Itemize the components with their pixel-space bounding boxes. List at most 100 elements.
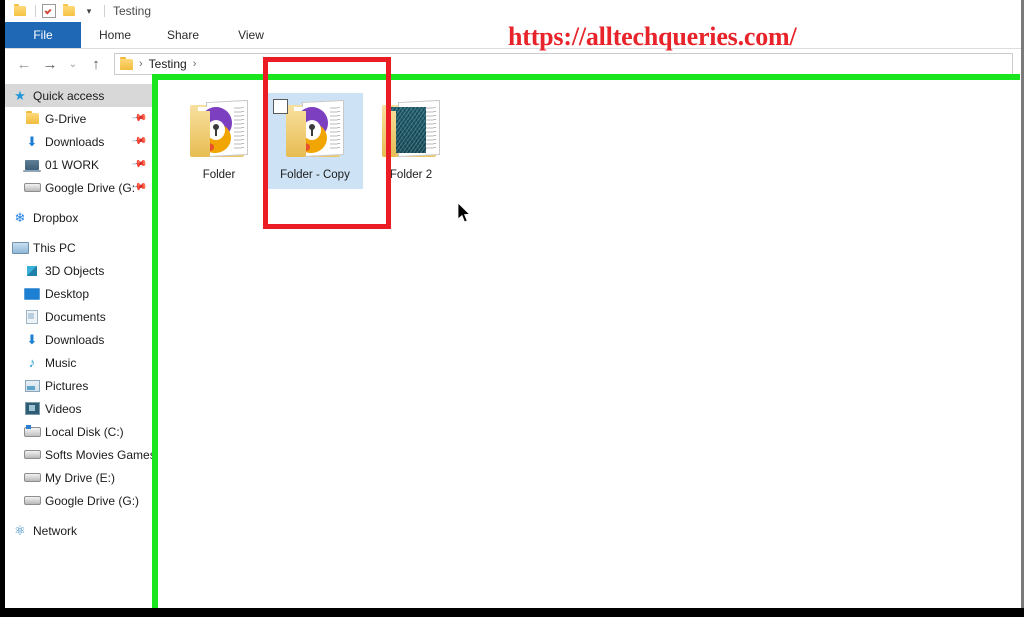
pin-icon[interactable]: 📌 [130, 133, 147, 149]
sidebar-item-videos[interactable]: Videos [5, 397, 152, 420]
sidebar-item-3d-objects[interactable]: 3D Objects [5, 259, 152, 282]
title-separator [104, 5, 105, 17]
laptop-icon [23, 157, 41, 173]
sidebar-item-network[interactable]: ⚛ Network [5, 519, 152, 542]
sidebar-item-softs-movies-games[interactable]: Softs Movies Games [5, 443, 152, 466]
download-icon: ⬇ [26, 134, 38, 149]
qat-new-folder-icon[interactable] [60, 2, 78, 20]
sidebar-item-this-pc[interactable]: This PC [5, 236, 152, 259]
sidebar-item-label: Desktop [45, 286, 90, 301]
sidebar-item-downloads-quick[interactable]: ⬇ Downloads 📌 [5, 130, 152, 153]
recent-locations-chevron-icon[interactable]: ⌄ [63, 52, 83, 76]
sidebar-item-local-disk-c[interactable]: Local Disk (C:) [5, 420, 152, 443]
pictures-icon [23, 378, 41, 394]
file-item-folder-2[interactable]: Folder 2 [363, 93, 459, 189]
sidebar-item-label: Softs Movies Games [45, 447, 152, 462]
sidebar-item-label: G-Drive [45, 111, 87, 126]
documents-icon [23, 309, 41, 325]
qat-separator [35, 5, 36, 17]
website-watermark: https://alltechqueries.com/ [508, 22, 797, 51]
folder-thumbnail-icon [284, 99, 346, 161]
breadcrumb-folder-icon [120, 56, 133, 70]
tab-view[interactable]: View [217, 22, 285, 48]
file-item-folder[interactable]: Folder [171, 93, 267, 189]
sidebar-item-desktop[interactable]: Desktop [5, 282, 152, 305]
videos-icon [23, 401, 41, 417]
bottom-border-strip [0, 608, 1024, 617]
file-list-pane[interactable]: Folder Folder - Copy Folder 2 [152, 79, 1021, 608]
sidebar-item-label: Google Drive (G: [45, 180, 136, 195]
sidebar-item-dropbox[interactable]: ❄ Dropbox [5, 206, 152, 229]
file-grid: Folder Folder - Copy Folder 2 [152, 93, 1021, 189]
breadcrumb[interactable]: › Testing › [114, 53, 1013, 75]
file-item-label: Folder [202, 169, 236, 181]
sidebar-item-label: Downloads [45, 332, 105, 347]
sidebar-item-label: My Drive (E:) [45, 470, 115, 485]
pin-icon[interactable]: 📌 [130, 156, 147, 172]
navigation-bar: ← → ⌄ ↑ › Testing › [5, 49, 1021, 79]
sidebar-item-google-drive-g[interactable]: Google Drive (G:) [5, 489, 152, 512]
local-disk-icon [23, 424, 41, 440]
customize-qat-caret-icon[interactable]: ▾ [80, 2, 98, 20]
music-icon: ♪ [28, 355, 36, 370]
window-body: ★ Quick access G-Drive 📌 ⬇ Downloads 📌 0… [5, 79, 1021, 608]
folder-thumbnail-icon [188, 99, 250, 161]
sidebar-item-google-drive-quick[interactable]: Google Drive (G: 📌 [5, 176, 152, 199]
tab-share[interactable]: Share [149, 22, 217, 48]
drive-icon [23, 447, 41, 463]
sidebar-item-downloads[interactable]: ⬇ Downloads [5, 328, 152, 351]
sidebar-item-label: 01 WORK [45, 157, 100, 172]
sidebar-item-label: Quick access [33, 88, 105, 103]
sidebar-item-label: Documents [45, 309, 106, 324]
file-item-label: Folder - Copy [280, 169, 350, 181]
left-border-strip [0, 0, 5, 617]
tab-file[interactable]: File [5, 22, 81, 48]
title-bar: ▾ Testing [5, 0, 1021, 22]
sidebar-item-label: Pictures [45, 378, 89, 393]
up-button[interactable]: ↑ [83, 52, 109, 76]
network-icon: ⚛ [14, 523, 26, 538]
sidebar-item-g-drive[interactable]: G-Drive 📌 [5, 107, 152, 130]
pin-icon[interactable]: 📌 [130, 110, 147, 126]
sidebar-item-label: Videos [45, 401, 82, 416]
sidebar-item-label: Network [33, 523, 78, 538]
this-pc-icon [11, 240, 29, 256]
back-button[interactable]: ← [11, 52, 37, 76]
star-icon: ★ [14, 88, 26, 103]
sidebar-item-quick-access[interactable]: ★ Quick access [5, 84, 152, 107]
sidebar-item-documents[interactable]: Documents [5, 305, 152, 328]
folder-thumbnail-icon [380, 99, 442, 161]
qat-properties-folder-icon[interactable] [11, 2, 29, 20]
sidebar-item-label: Google Drive (G:) [45, 493, 140, 508]
breadcrumb-crumb-testing[interactable]: Testing [149, 57, 187, 71]
drive-icon [23, 470, 41, 486]
sidebar-item-label: Music [45, 355, 77, 370]
tab-home[interactable]: Home [81, 22, 149, 48]
navigation-sidebar[interactable]: ★ Quick access G-Drive 📌 ⬇ Downloads 📌 0… [5, 79, 152, 608]
sidebar-item-music[interactable]: ♪ Music [5, 351, 152, 374]
sidebar-item-label: Dropbox [33, 210, 79, 225]
sidebar-item-label: Downloads [45, 134, 105, 149]
sidebar-item-my-drive-e[interactable]: My Drive (E:) [5, 466, 152, 489]
file-item-checkbox[interactable] [273, 99, 288, 114]
breadcrumb-separator-trailing: › [192, 58, 197, 70]
folder-icon [23, 111, 41, 127]
forward-button[interactable]: → [37, 52, 63, 76]
mouse-cursor-icon [458, 203, 471, 223]
desktop-icon [23, 286, 41, 302]
3d-objects-icon [23, 263, 41, 279]
file-explorer-window: ▾ Testing File Home Share View ← → ⌄ ↑ ›… [5, 0, 1021, 608]
download-icon: ⬇ [26, 332, 38, 347]
sidebar-item-pictures[interactable]: Pictures [5, 374, 152, 397]
sidebar-item-01-work[interactable]: 01 WORK 📌 [5, 153, 152, 176]
qat-properties-checkbox-icon[interactable] [40, 2, 58, 20]
sidebar-item-label: Local Disk (C:) [45, 424, 124, 439]
window-title: Testing [113, 4, 152, 18]
chevron-down-icon: ▾ [86, 5, 92, 16]
file-item-folder-copy[interactable]: Folder - Copy [267, 93, 363, 189]
file-item-label: Folder 2 [389, 169, 433, 181]
sidebar-item-label: 3D Objects [45, 263, 105, 278]
sidebar-item-label: This PC [33, 240, 76, 255]
